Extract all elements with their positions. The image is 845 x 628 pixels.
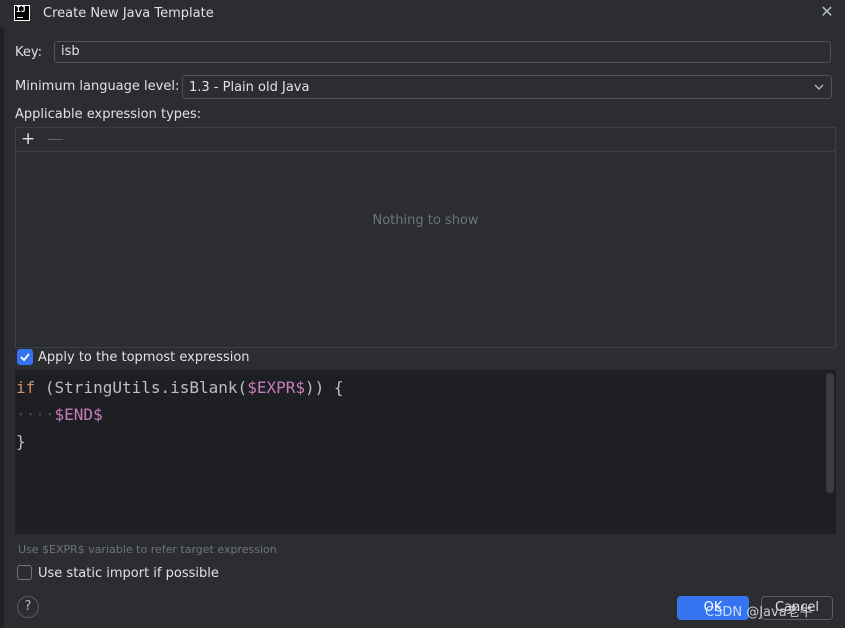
empty-list-text: Nothing to show bbox=[372, 213, 479, 228]
key-label: Key: bbox=[15, 45, 43, 60]
apply-topmost-label: Apply to the topmost expression bbox=[38, 350, 250, 365]
apply-topmost-checkbox[interactable] bbox=[17, 349, 33, 365]
intellij-icon: IJ bbox=[14, 5, 30, 21]
language-level-label: Minimum language level: bbox=[15, 79, 180, 94]
help-button[interactable]: ? bbox=[17, 596, 39, 618]
close-icon[interactable]: ✕ bbox=[818, 3, 836, 21]
background-window-edge bbox=[0, 28, 4, 628]
language-level-select[interactable]: 1.3 - Plain old Java bbox=[182, 75, 832, 99]
key-input[interactable]: isb bbox=[54, 41, 831, 63]
expression-types-label: Applicable expression types: bbox=[15, 107, 202, 122]
chevron-down-icon bbox=[813, 79, 825, 98]
expression-types-list[interactable] bbox=[15, 127, 836, 348]
expr-hint: Use $EXPR$ variable to refer target expr… bbox=[18, 543, 277, 556]
static-import-checkbox[interactable] bbox=[17, 565, 32, 580]
watermark: CSDN @Java老牛 bbox=[705, 605, 813, 620]
remove-icon[interactable]: — bbox=[47, 130, 64, 148]
dialog-title: Create New Java Template bbox=[43, 6, 214, 21]
app-icon-text: IJ bbox=[16, 5, 26, 14]
language-level-value: 1.3 - Plain old Java bbox=[189, 80, 310, 95]
template-code: if (StringUtils.isBlank($EXPR$)) { ····$… bbox=[16, 378, 344, 451]
list-toolbar bbox=[16, 128, 835, 152]
editor-scrollbar[interactable] bbox=[826, 373, 834, 493]
add-icon[interactable]: + bbox=[21, 130, 35, 148]
static-import-label: Use static import if possible bbox=[38, 566, 219, 581]
